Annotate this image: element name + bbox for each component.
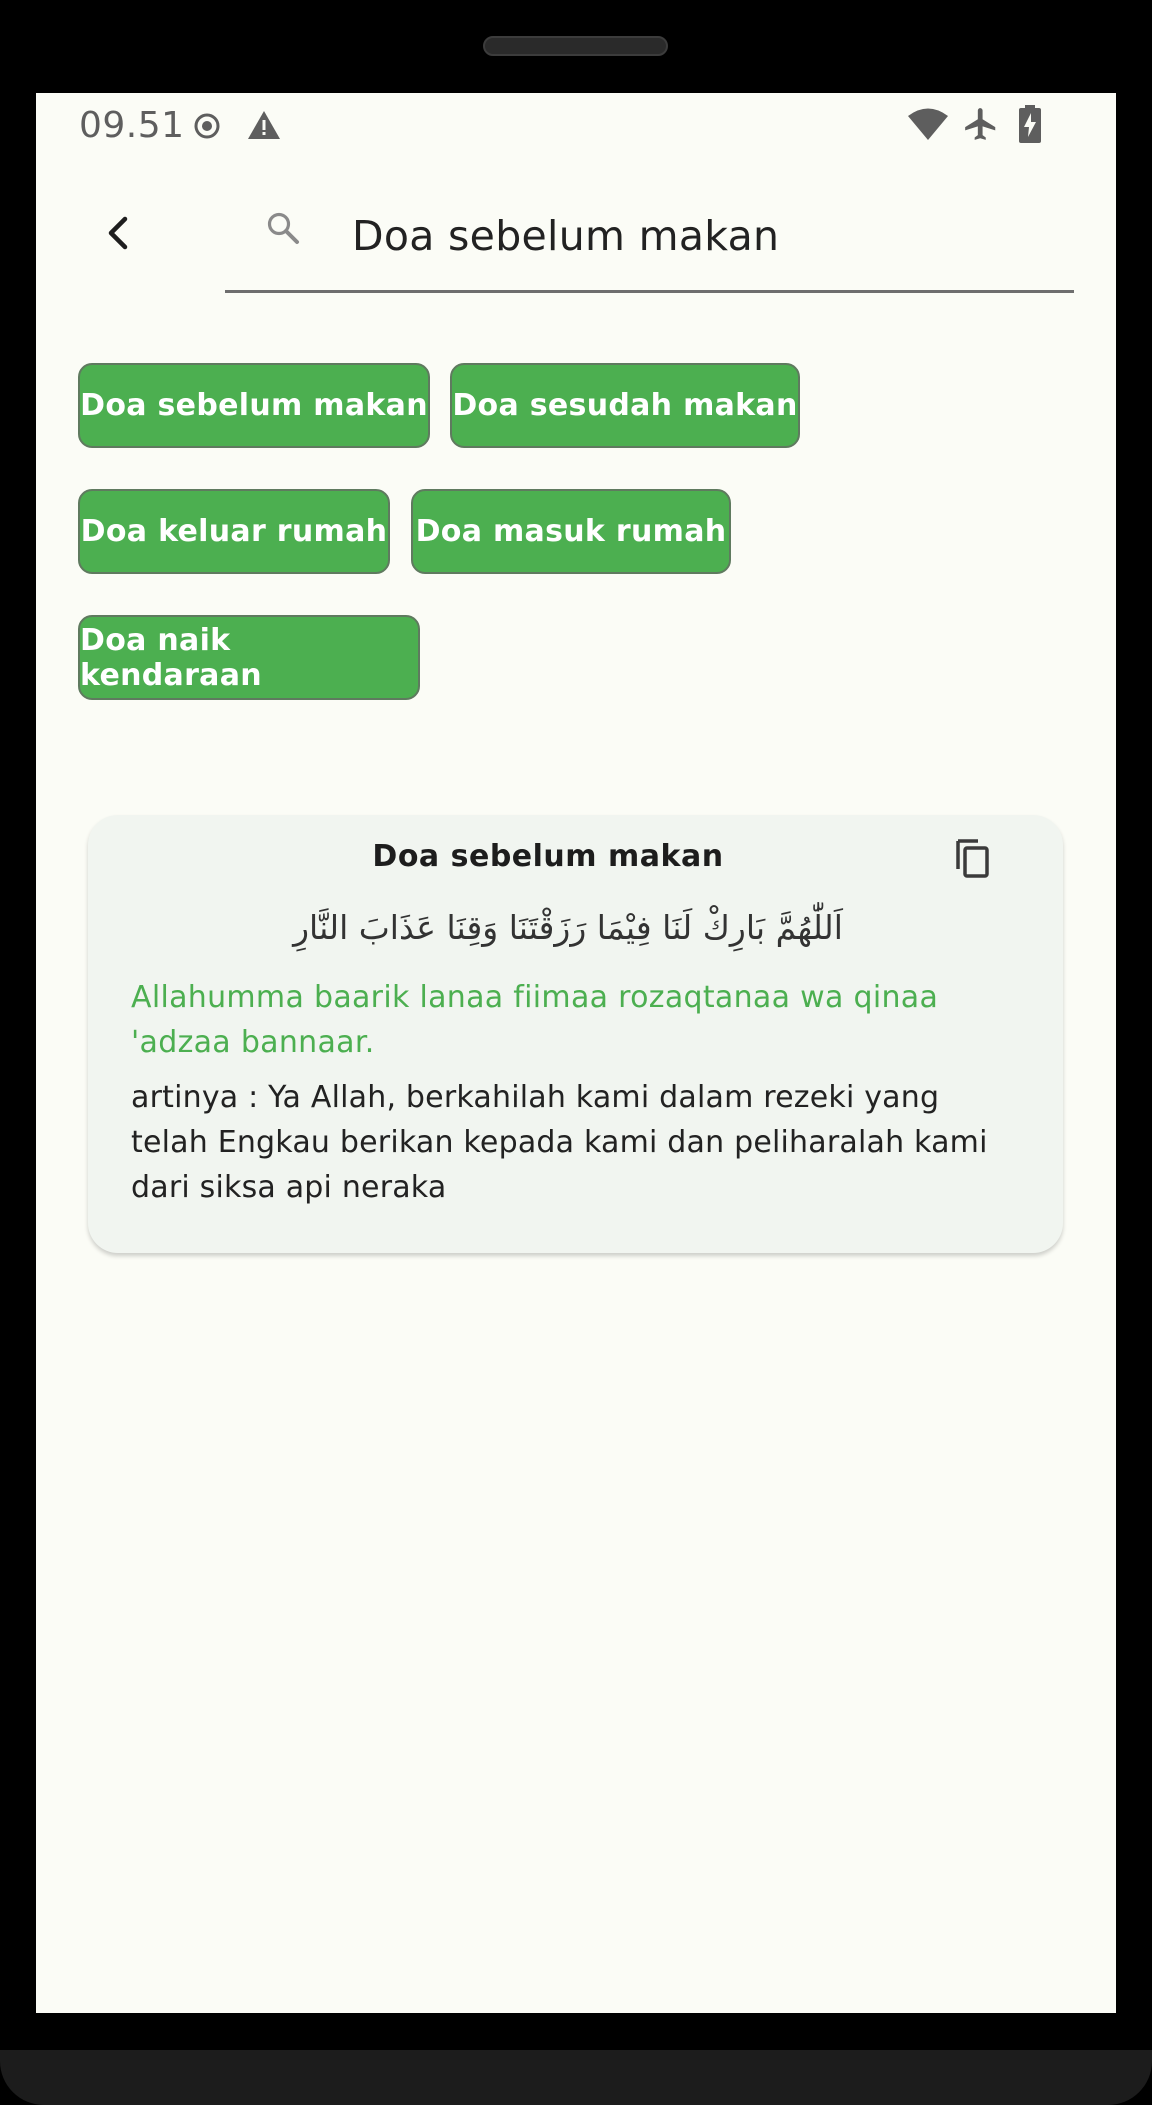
doa-arabic-text: اَللّٰهُمَّ بَارِكْ لَنَا فِيْمَا رَزَقْ… [293,908,843,947]
record-icon [192,111,222,145]
search-icon [266,211,300,249]
chevron-left-icon [108,216,128,250]
phone-speaker [483,36,668,56]
phone-bottom-bezel [0,2050,1152,2105]
warning-icon [246,109,282,145]
search-input[interactable] [352,201,1052,271]
chip-doa-masuk-rumah[interactable]: Doa masuk rumah [411,489,731,574]
chip-doa-keluar-rumah[interactable]: Doa keluar rumah [78,489,390,574]
doa-meaning-text: artinya : Ya Allah, berkahilah kami dala… [131,1080,988,1205]
chip-doa-naik-kendaraan[interactable]: Doa naik kendaraan [78,615,420,700]
copy-icon [956,839,989,878]
back-button[interactable] [88,203,148,263]
battery-charging-icon [1019,105,1041,147]
doa-latin-text: Allahumma baarik lanaa fiimaa rozaqtanaa… [131,980,939,1060]
chip-doa-sesudah-makan[interactable]: Doa sesudah makan [450,363,800,448]
doa-card: Doa sebelum makan اَللّٰهُمَّ بَارِكْ لَ… [88,815,1063,1253]
app-screen: 09.51 Doa sebelum makan Doa sesudah maka… [36,93,1116,2013]
wifi-icon [907,107,949,145]
doa-title: Doa sebelum makan [372,839,724,874]
airplane-icon [962,105,1000,147]
status-time: 09.51 [79,105,185,146]
copy-button[interactable] [954,837,992,883]
phone-frame: 09.51 Doa sebelum makan Doa sesudah maka… [0,0,1152,2105]
search-underline [225,290,1074,293]
chip-doa-sebelum-makan[interactable]: Doa sebelum makan [78,363,430,448]
